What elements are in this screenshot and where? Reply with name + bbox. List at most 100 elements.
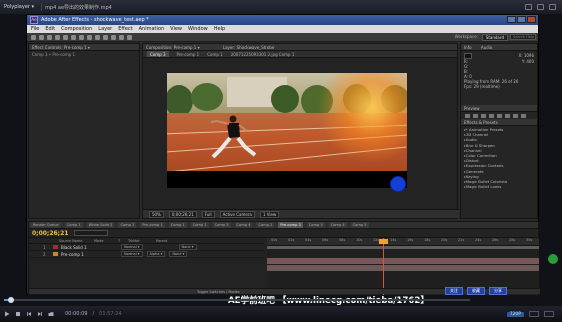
menu-effect[interactable]: Effect [118,25,132,33]
col-parent[interactable]: Parent [153,238,167,243]
layer-duration-bar[interactable] [267,265,539,271]
view-layout-select[interactable]: 1 View [259,210,280,218]
ram-preview-icon[interactable] [521,113,526,118]
rotate-tool-icon[interactable] [55,34,60,40]
maximize-icon[interactable] [537,4,544,10]
next-frame-icon[interactable] [489,113,494,118]
layer-name[interactable]: Black Solid 1 [61,245,111,250]
effects-presets-tab[interactable]: Effects & Presets [461,119,537,126]
puppet-tool-icon[interactable] [127,34,132,40]
prev-frame-icon[interactable] [473,113,478,118]
first-frame-icon[interactable] [465,113,470,118]
work-area-bar[interactable] [267,246,539,249]
pan-behind-tool-icon[interactable] [71,34,76,40]
zoom-select[interactable]: 50% [149,210,164,218]
current-time-indicator[interactable] [383,238,384,295]
quality-button[interactable]: 720P [506,311,524,317]
col-mode[interactable]: Mode [91,238,115,243]
menu-layer[interactable]: Layer [98,25,112,33]
seek-track[interactable] [4,299,470,301]
col-t[interactable]: T [115,238,125,243]
effect-category[interactable]: Magic Bullet Looks [464,184,534,189]
open-file-icon[interactable] [48,311,54,317]
layer-parent-select[interactable]: None ▾ [169,251,188,257]
pen-tool-icon[interactable] [87,34,92,40]
last-frame-icon[interactable] [497,113,502,118]
timeline-tab[interactable]: Comp 1 [168,222,187,228]
volume-icon[interactable] [529,311,539,317]
help-search-input[interactable]: Search Help [510,34,536,40]
menu-animation[interactable]: Animation [139,25,165,33]
maximize-icon[interactable] [517,16,526,23]
current-timecode[interactable]: 0;00;26;21 [168,210,197,218]
info-tab[interactable]: Info [464,45,472,50]
menu-composition[interactable]: Composition [61,25,92,33]
fullscreen-icon[interactable] [544,311,554,317]
resolution-select[interactable]: Full [201,210,215,218]
timeline-tab[interactable]: Comp 3 [306,222,325,228]
timeline-tab[interactable]: Comp 4 [328,222,347,228]
layer-search-input[interactable] [74,230,109,236]
timeline-tab[interactable]: Comp 4 [234,222,253,228]
col-source-name[interactable]: Source Name [29,238,91,243]
layer-mode-select[interactable]: Normal ▾ [121,244,143,250]
audio-tab[interactable]: Audio [481,45,492,50]
loop-icon[interactable] [513,113,518,118]
eraser-tool-icon[interactable] [119,34,124,40]
layer-row[interactable]: 2 Pre-comp 1 Normal ▾ Alpha ▾ None ▾ [29,251,264,258]
layer-duration-bar[interactable] [267,258,539,264]
follow-button[interactable]: 关注 [445,287,463,295]
timeline-tab[interactable]: Comp 5 [350,222,369,228]
timeline-tab[interactable]: Comp 2 [118,222,137,228]
effect-controls-tab[interactable]: Effect Controls: Pre-comp 1 ▾ [29,44,139,51]
comp-subtab-comp1[interactable]: Comp 1 [207,51,223,57]
comp-subtab-comp3[interactable]: Comp 3 [147,51,169,57]
play-icon[interactable] [481,113,486,118]
workspace-select[interactable]: Standard [481,34,508,41]
timeline-tab[interactable]: Comp 2 [256,222,275,228]
layer-tab[interactable]: Layer: Shockwave_Strobe [223,45,274,50]
layer-label-color[interactable] [53,245,58,249]
mask-tool-icon[interactable] [79,34,84,40]
player-brand[interactable]: Polyplayer ▾ [0,4,38,10]
zoom-tool-icon[interactable] [47,34,52,40]
layer-parent-select[interactable]: None ▾ [178,244,197,250]
type-tool-icon[interactable] [95,34,100,40]
timeline-tab[interactable]: Comp 1 [190,222,209,228]
seek-knob[interactable] [7,297,14,303]
menu-edit[interactable]: Edit [45,25,55,33]
minimize-icon[interactable] [525,4,532,10]
close-icon[interactable] [527,16,536,23]
composition-tab[interactable]: Composition: Pre-comp 1 ▾ [146,45,200,50]
col-trkmat[interactable]: TrkMat [125,238,153,243]
menu-help[interactable]: Help [214,25,225,33]
timeline-tab-active[interactable]: Pre-comp 3 [278,222,303,228]
selection-tool-icon[interactable] [31,34,36,40]
favorite-button[interactable]: 收藏 [467,287,485,295]
timeline-tab[interactable]: Comp 3 [212,222,231,228]
timeline-tab[interactable]: Render Queue [31,222,61,228]
time-ruler[interactable]: 00s 02s 04s 06s 08s 10s 12s 14s 16s 18s 20s 22s 24s 2… [267,238,539,246]
clone-tool-icon[interactable] [111,34,116,40]
hand-tool-icon[interactable] [39,34,44,40]
preview-tab[interactable]: Preview [461,105,537,112]
comp-subtab-precomp1[interactable]: Pre-comp 1 [177,51,200,57]
camera-select[interactable]: Active Camera [219,210,255,218]
timeline-tab[interactable]: White Solid 2 [86,222,115,228]
layer-trkmat-select[interactable]: Alpha ▾ [146,251,166,257]
layer-mode-select[interactable]: Normal ▾ [121,251,143,257]
share-button[interactable]: 分享 [489,287,507,295]
menu-window[interactable]: Window [188,25,208,33]
menu-view[interactable]: View [170,25,182,33]
layer-row[interactable]: 1 Black Solid 1 Normal ▾ None ▾ [29,244,264,251]
timeline-tab[interactable]: Comp 1 [64,222,83,228]
stop-icon[interactable] [15,311,21,317]
brush-tool-icon[interactable] [103,34,108,40]
layer-name[interactable]: Pre-comp 1 [61,252,111,257]
timeline-current-time[interactable]: 0;00;26;21 [32,230,68,237]
menu-file[interactable]: File [31,25,39,33]
next-icon[interactable] [37,311,43,317]
camera-tool-icon[interactable] [63,34,68,40]
composition-viewer[interactable] [167,73,407,188]
timeline-tab[interactable]: Pre-comp 1 [140,222,165,228]
